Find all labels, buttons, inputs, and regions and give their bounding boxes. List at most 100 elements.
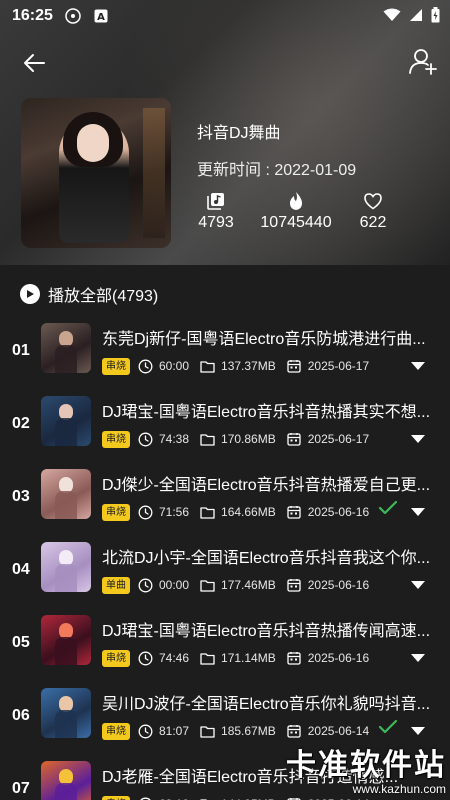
play-icon [20, 284, 40, 304]
track-thumbnail [41, 542, 91, 592]
track-duration: 81:07 [159, 724, 190, 738]
track-type-badge: 串烧 [102, 357, 130, 375]
folder-icon [200, 505, 215, 520]
calendar-icon [287, 651, 302, 666]
status-time: 16:25 [12, 7, 53, 24]
downloaded-check-icon [378, 719, 398, 737]
playlist-title: 抖音DJ舞曲 [197, 125, 281, 142]
track-type-badge: 串烧 [102, 503, 130, 521]
svg-text:A: A [97, 12, 105, 23]
clock-icon [138, 359, 153, 374]
track-date: 2025-06-14 [307, 724, 370, 738]
signal-icon [409, 8, 423, 27]
play-all-button[interactable]: 播放全部(4793) [20, 282, 158, 306]
track-title: 吴川DJ波仔-全国语Electro音乐你礼貌吗抖音... [102, 696, 431, 713]
track-row[interactable]: 01 东莞Dj新仔-国粤语Electro音乐防城港进行曲... 串烧 60:00 137… [0, 320, 450, 393]
track-meta: 串烧 60:00 137.37MB 2025-06-17 [102, 356, 380, 376]
stat-plays: 10745440 [256, 190, 336, 232]
track-date: 2025-06-16 [307, 651, 370, 665]
clock-icon [138, 651, 153, 666]
track-menu-dropdown-icon[interactable] [407, 796, 429, 800]
folder-icon [200, 432, 215, 447]
track-size: 170.86MB [221, 432, 276, 446]
track-date: 2025-06-17 [307, 359, 370, 373]
calendar-icon [287, 432, 302, 447]
track-menu-dropdown-icon[interactable] [407, 504, 429, 520]
track-row[interactable]: 03 DJ傑少-全国语Electro音乐抖音热播爱自己更... 串烧 71:56 164… [0, 466, 450, 539]
track-meta: 串烧 74:46 171.14MB 2025-06-16 [102, 648, 380, 668]
track-meta: 单曲 00:00 177.46MB 2025-06-16 [102, 575, 380, 595]
track-index: 06 [12, 707, 30, 724]
track-index: 07 [12, 780, 30, 797]
clock-icon [138, 578, 153, 593]
stat-likes-value: 622 [359, 214, 387, 231]
track-thumbnail [41, 469, 91, 519]
track-type-badge: 串烧 [102, 722, 130, 740]
track-title: DJ珺宝-国粤语Electro音乐抖音热播其实不想... [102, 404, 431, 421]
stat-likes[interactable]: 622 [353, 190, 393, 232]
track-size: 171.14MB [221, 651, 276, 665]
stat-plays-value: 10745440 [260, 214, 332, 231]
add-user-button[interactable] [408, 46, 438, 76]
clock-icon [138, 724, 153, 739]
track-row[interactable]: 02 DJ珺宝-国粤语Electro音乐抖音热播其实不想... 串烧 74:38 170… [0, 393, 450, 466]
add-user-icon [409, 49, 437, 75]
track-meta: 串烧 71:56 164.66MB 2025-06-16 [102, 502, 380, 522]
track-duration: 60:00 [159, 359, 190, 373]
track-size: 137.37MB [221, 359, 276, 373]
stat-songs-value: 4793 [198, 214, 234, 231]
track-duration: 71:56 [159, 505, 190, 519]
track-meta: 串烧 81:07 185.67MB 2025-06-14 [102, 721, 380, 741]
stat-songs: 4793 [196, 190, 236, 232]
track-date: 2025-06-17 [307, 432, 370, 446]
track-date: 2025-06-16 [307, 505, 370, 519]
update-time: 更新时间 : 2022-01-09 [197, 162, 357, 179]
track-index: 02 [12, 415, 30, 432]
clock-icon [138, 505, 153, 520]
folder-icon [200, 578, 215, 593]
track-size: 185.67MB [221, 724, 276, 738]
track-menu-dropdown-icon[interactable] [407, 358, 429, 374]
calendar-icon [287, 359, 302, 374]
status-bar: 16:25 A [0, 0, 450, 32]
clock-icon [138, 432, 153, 447]
music-collection-icon [196, 190, 236, 212]
track-type-badge: 单曲 [102, 576, 130, 594]
calendar-icon [287, 505, 302, 520]
track-thumbnail [41, 396, 91, 446]
back-button[interactable] [20, 48, 50, 78]
track-size: 177.46MB [221, 578, 276, 592]
track-index: 05 [12, 634, 30, 651]
track-type-badge: 串烧 [102, 795, 130, 800]
playlist-stats: 4793 10745440 622 [188, 190, 398, 240]
folder-icon [200, 359, 215, 374]
track-menu-dropdown-icon[interactable] [407, 650, 429, 666]
track-duration: 74:46 [159, 651, 190, 665]
wifi-icon [383, 8, 401, 27]
track-thumbnail [41, 323, 91, 373]
fire-icon [256, 190, 336, 212]
track-type-badge: 串烧 [102, 649, 130, 667]
track-menu-dropdown-icon[interactable] [407, 431, 429, 447]
top-bar [0, 40, 450, 84]
track-index: 04 [12, 561, 30, 578]
track-index: 03 [12, 488, 30, 505]
track-title: DJ傑少-全国语Electro音乐抖音热播爱自己更... [102, 477, 431, 494]
track-duration: 00:00 [159, 578, 190, 592]
track-menu-dropdown-icon[interactable] [407, 723, 429, 739]
track-thumbnail [41, 615, 91, 665]
downloaded-check-icon [378, 500, 398, 518]
track-index: 01 [12, 342, 30, 359]
arrow-left-icon [24, 54, 45, 72]
track-thumbnail [41, 688, 91, 738]
track-row[interactable]: 05 DJ珺宝-国粤语Electro音乐抖音热播传闻高速... 串烧 74:46 171… [0, 612, 450, 685]
disc-icon [65, 8, 81, 24]
track-duration: 74:38 [159, 432, 190, 446]
battery-icon [431, 7, 440, 28]
track-menu-dropdown-icon[interactable] [407, 577, 429, 593]
calendar-icon [287, 724, 302, 739]
track-title: 北流DJ小宇-全国语Electro音乐抖音我这个你... [102, 550, 431, 567]
track-row[interactable]: 04 北流DJ小宇-全国语Electro音乐抖音我这个你... 单曲 00:00 177… [0, 539, 450, 612]
track-type-badge: 串烧 [102, 430, 130, 448]
folder-icon [200, 724, 215, 739]
